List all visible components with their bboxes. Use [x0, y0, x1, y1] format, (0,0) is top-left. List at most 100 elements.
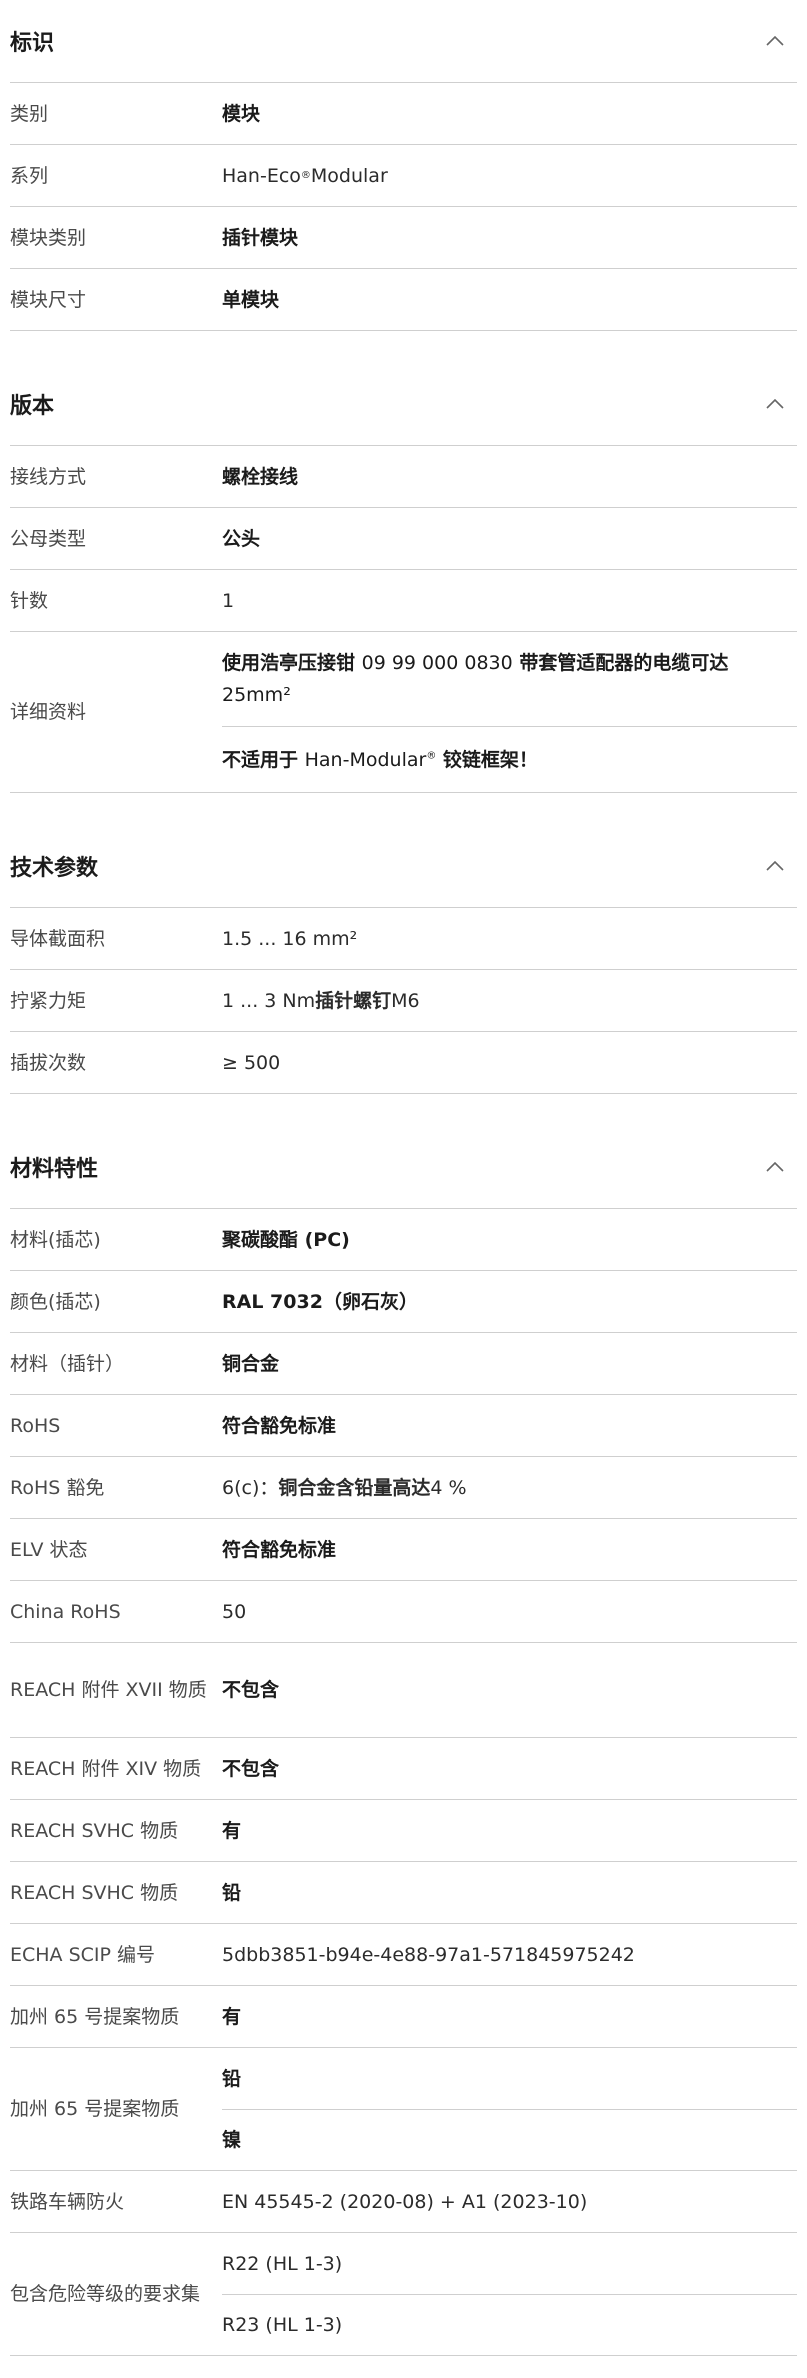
product-name: Han-Modular	[304, 748, 427, 771]
section-title: 技术参数	[10, 856, 99, 881]
spec-row: REACH SVHC 物质 有	[10, 1800, 797, 1862]
spec-value: 铜合金	[222, 1352, 280, 1375]
section-version: 版本 接线方式 螺栓接线 公母类型 公头 针数 1 详细资料 使用浩亭压接钳 0…	[10, 363, 797, 793]
spec-row: RoHS 符合豁免标准	[10, 1395, 797, 1457]
spec-value: EN 45545-2 (2020-08) + A1 (2023-10)	[222, 2190, 588, 2213]
section-identification: 标识 类别 模块 系列 Han-Eco ® Modular 模块类别 插针模块 模…	[10, 0, 797, 331]
spec-value: 6(c)： 铜合金含铅量高达 4 %	[222, 1457, 797, 1518]
detail-text: 不适用于	[222, 748, 305, 771]
spec-label: REACH 附件 XVII 物质	[10, 1679, 207, 1701]
spec-value: 镍	[222, 2109, 797, 2170]
spec-row: 拧紧力矩 1 ... 3 Nm 插针螺钉 M6	[10, 970, 797, 1032]
spec-row: 铁路车辆防火 EN 45545-2 (2020-08) + A1 (2023-1…	[10, 2171, 797, 2233]
spec-label: 材料(插芯)	[10, 1228, 101, 1251]
chevron-up-icon[interactable]	[763, 1155, 787, 1179]
spec-row: 系列 Han-Eco ® Modular	[10, 145, 797, 207]
spec-label: 颜色(插芯)	[10, 1290, 101, 1313]
spec-row: REACH 附件 XIV 物质 不包含	[10, 1738, 797, 1800]
spec-label: 类别	[10, 102, 49, 125]
spec-row: 插拔次数 ≥ 500	[10, 1032, 797, 1094]
exemption-code: 6(c)：	[222, 1476, 279, 1499]
screw-size: M6	[391, 989, 420, 1012]
spec-value: 不包含	[222, 1757, 280, 1780]
spec-value: 1	[222, 589, 235, 612]
spec-value: R22 (HL 1-3)	[222, 2252, 343, 2275]
spec-row: ELV 状态 符合豁免标准	[10, 1519, 797, 1581]
spec-row: 颜色(插芯) RAL 7032（卵石灰）	[10, 1271, 797, 1333]
section-technical: 技术参数 导体截面积 1.5 ... 16 mm² 拧紧力矩 1 ... 3 N…	[10, 825, 797, 1094]
spec-label: 详细资料	[10, 701, 87, 723]
spec-row: 详细资料 使用浩亭压接钳 09 99 000 0830 带套管适配器的电缆可达 …	[10, 632, 797, 793]
torque-target: 插针螺钉	[315, 989, 392, 1012]
spec-value: 50	[222, 1600, 247, 1623]
series-name: Han-Eco	[222, 164, 301, 187]
spec-value: R23 (HL 1-3)	[222, 2294, 797, 2355]
spec-value: 使用浩亭压接钳 09 99 000 0830 带套管适配器的电缆可达 25mm²	[222, 632, 797, 726]
section-header-version[interactable]: 版本	[10, 363, 797, 446]
spec-value: 铅	[222, 2067, 242, 2090]
torque-range: 1 ... 3 Nm	[222, 989, 316, 1012]
spec-label: 拧紧力矩	[10, 989, 87, 1012]
spec-row: 接线方式 螺栓接线	[10, 446, 797, 508]
spec-row: REACH SVHC 物质 铅	[10, 1862, 797, 1924]
detail-unit: 25mm²	[222, 684, 291, 706]
spec-row: China RoHS 50	[10, 1581, 797, 1643]
spec-label: 加州 65 号提案物质	[10, 2005, 180, 2028]
chevron-up-icon[interactable]	[763, 29, 787, 53]
spec-value: 公头	[222, 527, 261, 550]
spec-value: 符合豁免标准	[222, 1538, 337, 1561]
section-header-technical[interactable]: 技术参数	[10, 825, 797, 908]
spec-label: 公母类型	[10, 527, 87, 550]
exemption-text: 铜合金含铅量高达	[278, 1476, 431, 1499]
spec-row: 加州 65 号提案物质 铅 镍	[10, 2048, 797, 2171]
spec-row: REACH 附件 XVII 物质 不包含	[10, 1643, 797, 1738]
spec-row: 针数 1	[10, 570, 797, 632]
spec-label: 模块尺寸	[10, 288, 87, 311]
spec-value: 模块	[222, 102, 261, 125]
spec-row: 包含危险等级的要求集 R22 (HL 1-3) R23 (HL 1-3)	[10, 2233, 797, 2356]
spec-value: 单模块	[222, 288, 280, 311]
part-number: 09 99 000 0830	[361, 652, 513, 674]
spec-label: 系列	[10, 164, 49, 187]
spec-value: 符合豁免标准	[222, 1414, 337, 1437]
chevron-up-icon[interactable]	[763, 392, 787, 416]
section-header-material[interactable]: 材料特性	[10, 1126, 797, 1209]
series-suffix: Modular	[310, 164, 388, 187]
spec-row: 导体截面积 1.5 ... 16 mm²	[10, 908, 797, 970]
spec-label: REACH SVHC 物质	[10, 1819, 179, 1842]
section-title: 标识	[10, 31, 55, 56]
spec-row: 类别 模块	[10, 83, 797, 145]
spec-label: RoHS 豁免	[10, 1476, 105, 1499]
section-header-identification[interactable]: 标识	[10, 0, 797, 83]
detail-text: 使用浩亭压接钳	[222, 652, 362, 674]
spec-value: Han-Eco ® Modular	[222, 145, 797, 206]
spec-value: 有	[222, 1819, 242, 1842]
spec-value: 1.5 ... 16 mm²	[222, 927, 358, 950]
chevron-up-icon[interactable]	[763, 854, 787, 878]
spec-label: 材料（插针）	[10, 1352, 125, 1375]
spec-label: 插拔次数	[10, 1051, 87, 1074]
spec-value: 不适用于 Han-Modular® 铰链框架！	[222, 726, 797, 792]
section-material: 材料特性 材料(插芯) 聚碳酸酯 (PC) 颜色(插芯) RAL 7032（卵石…	[10, 1126, 797, 2356]
spec-label: 导体截面积	[10, 927, 106, 950]
spec-value: ≥ 500	[222, 1051, 281, 1074]
spec-value: 不包含	[222, 1679, 280, 1701]
spec-label: 接线方式	[10, 465, 87, 488]
spec-label: China RoHS	[10, 1600, 121, 1623]
spec-value: 螺栓接线	[222, 465, 299, 488]
section-title: 材料特性	[10, 1157, 99, 1182]
section-title: 版本	[10, 394, 55, 419]
spec-row: RoHS 豁免 6(c)： 铜合金含铅量高达 4 %	[10, 1457, 797, 1519]
spec-row: 模块尺寸 单模块	[10, 269, 797, 331]
spec-value: 有	[222, 2005, 242, 2028]
spec-row: 材料（插针） 铜合金	[10, 1333, 797, 1395]
spec-value: 1 ... 3 Nm 插针螺钉 M6	[222, 970, 797, 1031]
spec-label: 包含危险等级的要求集	[10, 2283, 201, 2305]
spec-label: 铁路车辆防火	[10, 2190, 125, 2213]
spec-label: REACH SVHC 物质	[10, 1881, 179, 1904]
spec-label: REACH 附件 XIV 物质	[10, 1757, 202, 1780]
spec-page: 标识 类别 模块 系列 Han-Eco ® Modular 模块类别 插针模块 模…	[0, 0, 807, 2356]
spec-row: 公母类型 公头	[10, 508, 797, 570]
spec-value: 聚碳酸酯 (PC)	[222, 1228, 350, 1251]
spec-row: 模块类别 插针模块	[10, 207, 797, 269]
